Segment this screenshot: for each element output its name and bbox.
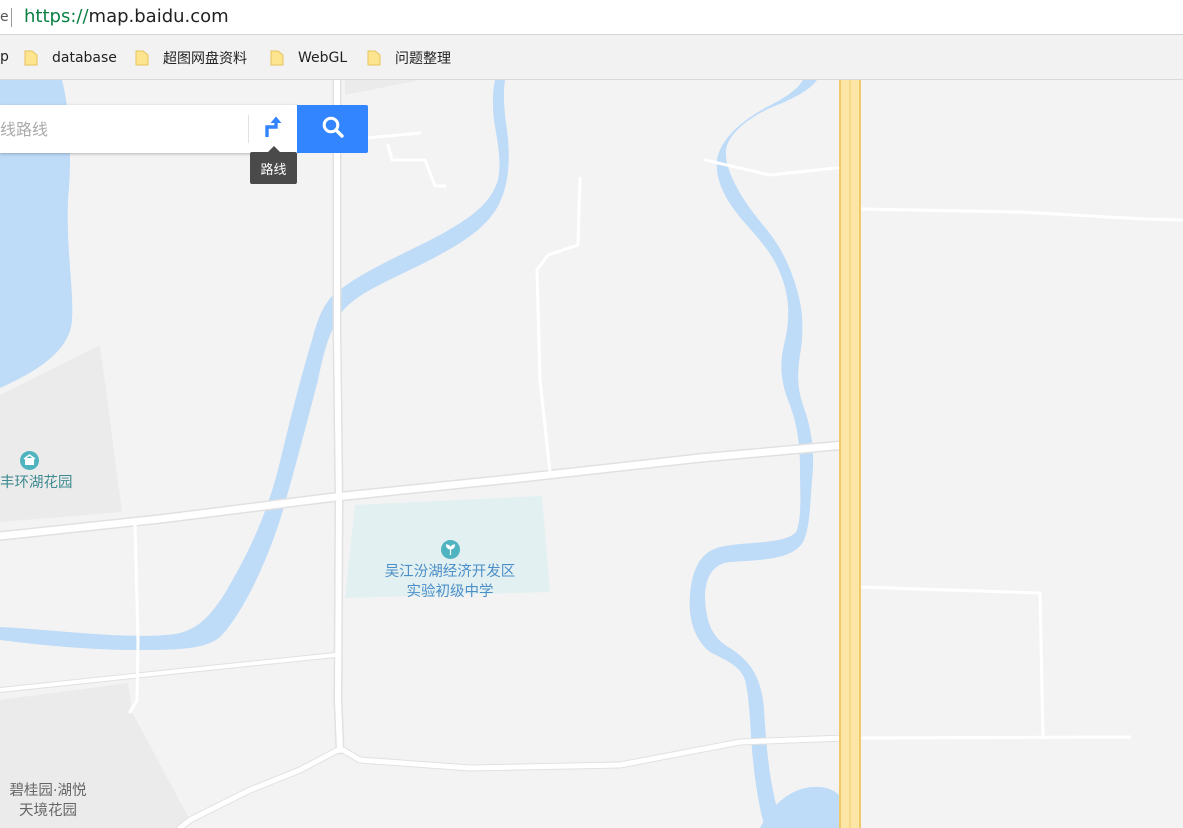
road-minor-west-vertical bbox=[128, 523, 140, 714]
map-layer bbox=[0, 80, 1183, 828]
poi-label-school[interactable]: 吴江汾湖经济开发区 实验初级中学 bbox=[370, 562, 530, 602]
search-box bbox=[0, 105, 297, 153]
search-input[interactable] bbox=[0, 105, 246, 153]
folder-icon bbox=[135, 50, 149, 66]
address-bar-separator bbox=[11, 8, 12, 27]
address-bar[interactable]: e https://map.baidu.com bbox=[0, 0, 1183, 35]
bookmark-label: database bbox=[52, 50, 117, 66]
road-minor-vertical bbox=[535, 176, 582, 474]
poi-label-biguiyuan[interactable]: 碧桂园·湖悦 天境花园 bbox=[0, 781, 96, 821]
bookmark-label: 问题整理 bbox=[395, 51, 451, 67]
address-bar-edge-glyph: e bbox=[0, 9, 9, 25]
road-east-3 bbox=[858, 735, 1132, 740]
poi-label-biguiyuan-line2: 天境花园 bbox=[19, 803, 77, 819]
road-east-2 bbox=[858, 585, 1045, 740]
url-host: map.baidu.com bbox=[88, 6, 229, 27]
road-minor-hook bbox=[386, 143, 447, 188]
residence-icon[interactable] bbox=[20, 451, 39, 470]
bookmarks-bar: p database 超图网盘资料 WebGL 问题整理 bbox=[0, 35, 1183, 80]
road-east-1 bbox=[858, 207, 1183, 222]
top-corner-patch bbox=[345, 80, 420, 95]
poi-label-school-line2: 实验初级中学 bbox=[406, 584, 494, 600]
search-icon bbox=[321, 115, 345, 143]
poi-label-school-line1: 吴江汾湖经济开发区 bbox=[384, 564, 516, 580]
search-button[interactable] bbox=[297, 105, 368, 153]
bookmark-label: 超图网盘资料 bbox=[163, 51, 247, 67]
road-south-west bbox=[0, 653, 337, 692]
bookmark-label: WebGL bbox=[298, 50, 348, 66]
url-text[interactable]: https://map.baidu.com bbox=[24, 6, 229, 27]
route-tooltip: 路线 bbox=[250, 146, 297, 184]
bookmark-supermap-pan[interactable]: 超图网盘资料 bbox=[135, 47, 247, 69]
road-main-north-south bbox=[334, 80, 343, 753]
route-arrow-icon bbox=[262, 115, 284, 143]
poi-label-biguiyuan-line1: 碧桂园·湖悦 bbox=[9, 783, 87, 799]
map-canvas[interactable]: 丰环湖花园 吴江汾湖经济开发区 实验初级中学 碧桂园·湖悦 天境花园 bbox=[0, 80, 1183, 828]
bookmark-issues[interactable]: 问题整理 bbox=[367, 47, 451, 69]
folder-icon bbox=[24, 50, 38, 66]
poi-label-fenghuan[interactable]: 丰环湖花园 bbox=[0, 473, 73, 493]
bookmark-truncated[interactable]: p bbox=[0, 49, 9, 65]
road-network bbox=[0, 80, 1183, 828]
school-icon[interactable] bbox=[441, 540, 460, 559]
road-south-east bbox=[340, 735, 848, 771]
bookmark-database[interactable]: database bbox=[24, 47, 117, 69]
url-scheme: https:// bbox=[24, 6, 89, 27]
bookmark-webgl[interactable]: WebGL bbox=[270, 47, 347, 69]
folder-icon bbox=[367, 50, 381, 66]
folder-icon bbox=[270, 50, 284, 66]
